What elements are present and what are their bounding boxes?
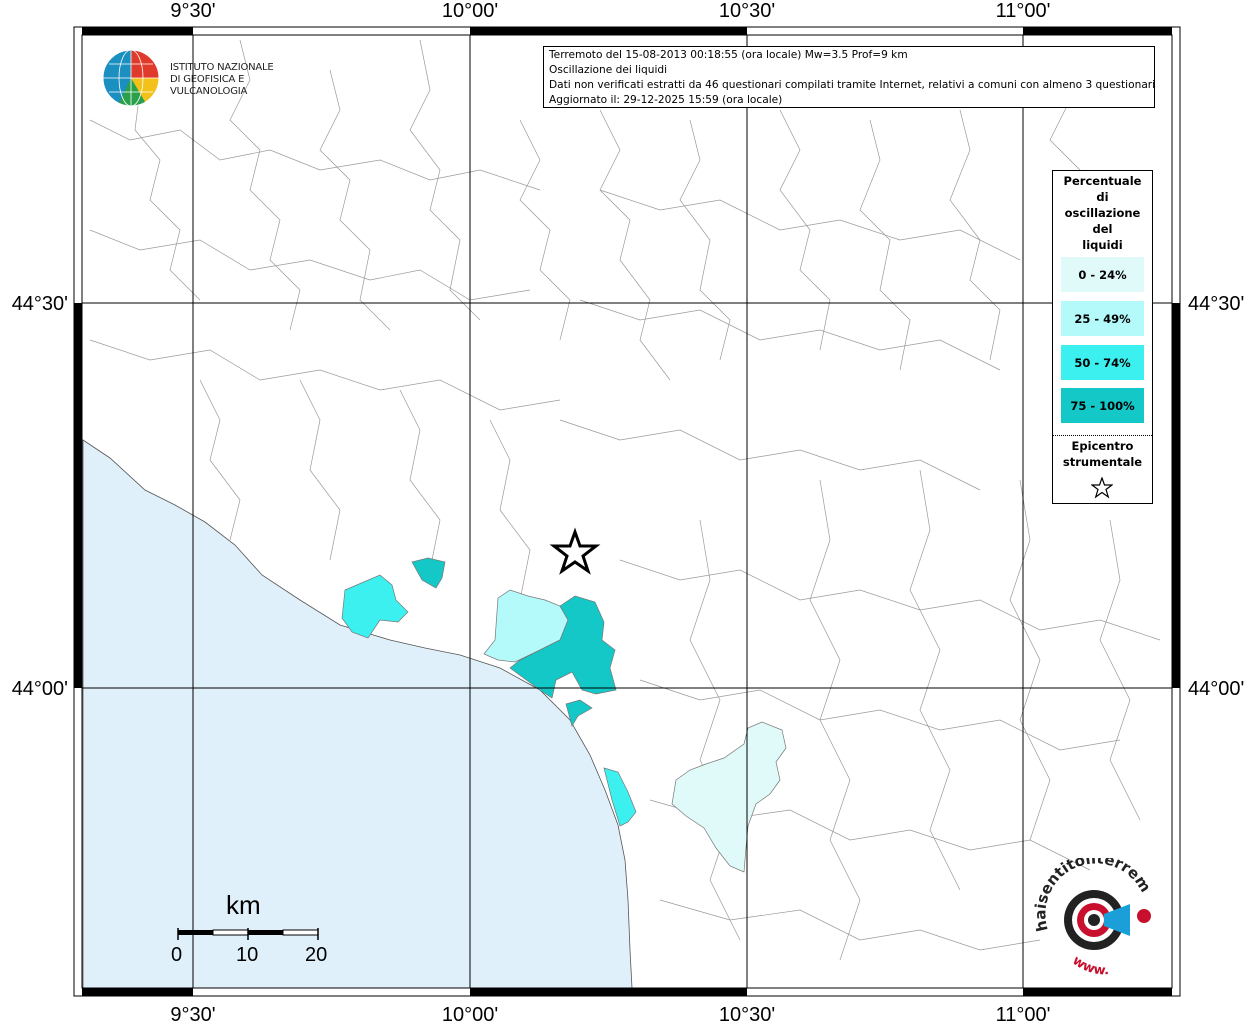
ingv-line-2: DI GEOFISICA E VULCANOLOGIA [170, 74, 248, 97]
legend-class-25-49: 25 - 49% [1061, 301, 1144, 336]
legend-divider [1053, 435, 1152, 436]
lon-tick-top-4: 11°00' [996, 0, 1051, 22]
scale-label-20: 20 [305, 944, 328, 966]
legend-class-label: 50 - 74% [1074, 355, 1131, 370]
globe-logo-icon [102, 49, 160, 107]
legend-class-0-24: 0 - 24% [1061, 257, 1144, 292]
legend-title-line-3: oscillazione [1064, 206, 1141, 220]
ingv-name: ISTITUTO NAZIONALE DI GEOFISICA E VULCAN… [170, 62, 311, 98]
ingv-logo: ISTITUTO NAZIONALE DI GEOFISICA E VULCAN… [101, 48, 311, 110]
legend-title-line-5: liquidi [1082, 238, 1123, 252]
lon-tick-bottom-3: 10°30' [719, 1004, 775, 1024]
legend-class-75-100: 75 - 100% [1061, 388, 1144, 423]
legend-epicenter-line-1: Epicentro [1071, 439, 1134, 453]
legend-title: Percentuale di oscillazione del liquidi [1053, 171, 1152, 253]
lon-tick-top-2: 10°00' [442, 0, 498, 22]
lon-tick-bottom-4: 11°00' [996, 1004, 1051, 1024]
lon-tick-top-1: 9°30' [170, 0, 215, 22]
lon-tick-bottom-2: 10°00' [442, 1004, 498, 1024]
legend-epicenter-line-2: strumentale [1062, 455, 1143, 469]
legend-class-label: 25 - 49% [1074, 311, 1131, 326]
event-info-line-2: Oscillazione dei liquidi [549, 64, 668, 76]
lat-tick-left-1: 44°30' [12, 293, 68, 315]
legend-title-line-1: Percentuale [1063, 174, 1142, 188]
legend-star-icon [1091, 477, 1113, 499]
event-info-box: Terremoto del 15-08-2013 00:18:55 (ora l… [543, 46, 1155, 108]
legend-class-label: 75 - 100% [1070, 398, 1135, 413]
scale-label-0: 0 [171, 944, 183, 966]
ingv-line-1: ISTITUTO NAZIONALE [170, 62, 274, 73]
megaphone-icon [1064, 890, 1151, 950]
event-info-line-4: Aggiornato il: 29-12-2025 15:59 (ora loc… [549, 94, 783, 106]
lat-tick-right-1: 44°30' [1188, 293, 1244, 315]
event-info-line-3: Dati non verificati estratti da 46 quest… [549, 79, 1155, 91]
legend-class-50-74: 50 - 74% [1061, 345, 1144, 380]
lat-tick-right-2: 44°00' [1188, 678, 1244, 700]
legend-epicenter-title: Epicentro strumentale [1053, 438, 1152, 470]
legend-class-label: 0 - 24% [1078, 267, 1127, 282]
event-info-line-1: Terremoto del 15-08-2013 00:18:55 (ora l… [549, 49, 908, 61]
lat-tick-left-2: 44°00' [12, 678, 68, 700]
legend-title-line-4: del [1092, 222, 1113, 236]
scale-unit: km [226, 890, 261, 920]
scale-label-10: 10 [236, 944, 259, 966]
lon-tick-bottom-1: 9°30' [170, 1004, 215, 1024]
lon-tick-top-3: 10°30' [719, 0, 775, 22]
legend: Percentuale di oscillazione del liquidi … [1052, 170, 1153, 504]
legend-title-line-2: di [1096, 190, 1109, 204]
badge-www-text: www. [1069, 953, 1109, 978]
haisentito-badge: haisentitoilterremoto.it www. [1032, 858, 1155, 978]
scale-bar: km 0 10 20 [160, 890, 340, 970]
